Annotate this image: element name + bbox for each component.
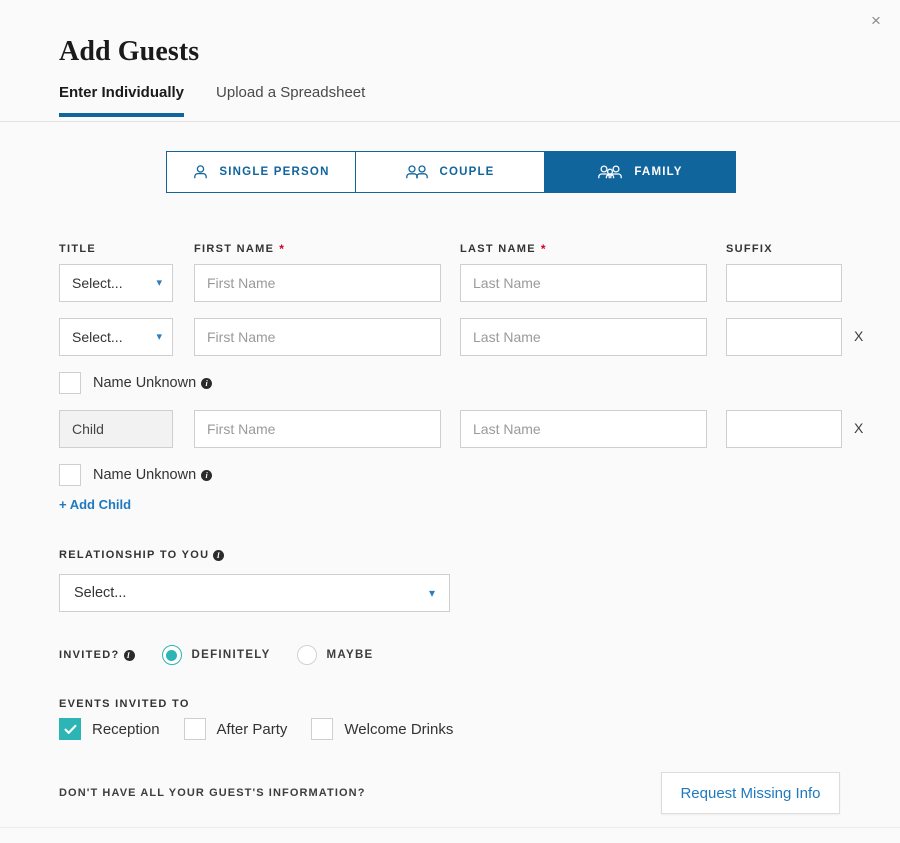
name-unknown-row-3: Name Unknown i (59, 464, 212, 486)
label-suffix-text: Suffix (726, 243, 773, 255)
table-row: Child X (59, 410, 859, 448)
name-unknown-label-2: Name Unknown i (93, 375, 212, 391)
label-relationship: Relationship to You i (59, 549, 224, 561)
radio-maybe-label: Maybe (327, 649, 374, 661)
checkbox-reception[interactable] (59, 718, 81, 740)
label-last-name-text: Last Name (460, 243, 536, 255)
radio-maybe[interactable] (297, 645, 317, 665)
label-title: Title (59, 243, 96, 255)
checkbox-welcome-drinks[interactable] (311, 718, 333, 740)
first-name-input-3[interactable] (194, 410, 441, 448)
name-unknown-checkbox-2[interactable] (59, 372, 81, 394)
event-option-welcome-drinks[interactable]: Welcome Drinks (311, 718, 453, 740)
radio-definitely-label: Definitely (192, 649, 271, 661)
footer-divider (0, 827, 900, 828)
label-events-invited-to: Events Invited To (59, 698, 190, 710)
suffix-input-1[interactable] (726, 264, 842, 302)
guest-type-couple-label: Couple (439, 166, 494, 178)
guest-type-segmented-control: Single Person Couple (166, 151, 736, 193)
checkbox-after-party[interactable] (184, 718, 206, 740)
label-first-name: First Name * (194, 243, 285, 255)
first-name-input-2[interactable] (194, 318, 441, 356)
title-select-2[interactable]: Select... ▾ (59, 318, 173, 356)
label-relationship-text: Relationship to You (59, 549, 209, 561)
last-name-input-3[interactable] (460, 410, 707, 448)
last-name-input-1[interactable] (460, 264, 707, 302)
info-icon[interactable]: i (201, 378, 212, 389)
footer-prompt: Don't have all your guest's information? (59, 787, 366, 799)
title-select-2-value: Select... (72, 329, 123, 345)
name-grid-headers: Title First Name * Last Name * Suffix (59, 243, 849, 259)
table-row: Select... ▾ (59, 264, 859, 302)
invited-option-definitely[interactable]: Definitely (162, 645, 271, 665)
label-title-text: Title (59, 243, 96, 255)
relationship-select[interactable]: Select... ▾ (59, 574, 450, 612)
guest-type-family[interactable]: Family (545, 152, 735, 192)
tab-upload-spreadsheet[interactable]: Upload a Spreadsheet (216, 84, 365, 117)
label-last-name: Last Name * (460, 243, 547, 255)
name-unknown-row-2: Name Unknown i (59, 372, 212, 394)
title-select-1[interactable]: Select... ▾ (59, 264, 173, 302)
name-unknown-checkbox-3[interactable] (59, 464, 81, 486)
suffix-input-2[interactable] (726, 318, 842, 356)
guest-type-family-label: Family (634, 166, 682, 178)
title-static-child-value: Child (72, 421, 104, 437)
info-icon[interactable]: i (124, 650, 135, 661)
page-title: Add Guests (59, 36, 199, 68)
relationship-select-value: Select... (74, 585, 126, 601)
checkbox-welcome-drinks-label: Welcome Drinks (344, 721, 453, 738)
first-name-input-1[interactable] (194, 264, 441, 302)
guest-type-single-person[interactable]: Single Person (167, 152, 356, 192)
tab-bar: Enter Individually Upload a Spreadsheet (59, 84, 365, 117)
radio-definitely[interactable] (162, 645, 182, 665)
remove-row-button-2[interactable]: X (854, 328, 863, 344)
invited-row: Invited? i Definitely Maybe (59, 645, 400, 665)
title-static-child: Child (59, 410, 173, 448)
table-row: Select... ▾ X (59, 318, 859, 356)
invited-option-maybe[interactable]: Maybe (297, 645, 374, 665)
required-asterisk-first: * (279, 243, 285, 255)
label-invited-text: Invited? (59, 649, 120, 661)
event-option-after-party[interactable]: After Party (184, 718, 288, 740)
request-missing-info-button[interactable]: Request Missing Info (661, 772, 840, 814)
guest-type-single-person-label: Single Person (219, 166, 329, 178)
header-divider (0, 121, 900, 122)
name-unknown-label-3-text: Name Unknown (93, 467, 196, 483)
remove-row-button-3[interactable]: X (854, 420, 863, 436)
tab-enter-individually[interactable]: Enter Individually (59, 84, 184, 117)
info-icon[interactable]: i (213, 550, 224, 561)
chevron-down-icon: ▾ (429, 586, 435, 600)
guest-type-couple[interactable]: Couple (356, 152, 545, 192)
info-icon[interactable]: i (201, 470, 212, 481)
label-suffix: Suffix (726, 243, 773, 255)
suffix-input-3[interactable] (726, 410, 842, 448)
events-checkbox-group: Reception After Party Welcome Drinks (59, 718, 477, 740)
checkbox-reception-label: Reception (92, 721, 160, 738)
name-unknown-label-3: Name Unknown i (93, 467, 212, 483)
label-first-name-text: First Name (194, 243, 274, 255)
label-invited: Invited? i (59, 649, 135, 661)
required-asterisk-last: * (541, 243, 547, 255)
event-option-reception[interactable]: Reception (59, 718, 160, 740)
label-events-invited-to-text: Events Invited To (59, 698, 190, 710)
couple-icon (405, 164, 429, 180)
checkbox-after-party-label: After Party (217, 721, 288, 738)
close-icon[interactable]: × (862, 6, 890, 34)
chevron-down-icon: ▾ (156, 278, 162, 289)
add-child-button[interactable]: + Add Child (59, 497, 131, 512)
add-guests-modal: × Add Guests Enter Individually Upload a… (0, 0, 900, 843)
single-person-icon (192, 164, 209, 180)
family-icon (597, 164, 624, 180)
title-select-1-value: Select... (72, 275, 123, 291)
last-name-input-2[interactable] (460, 318, 707, 356)
name-unknown-label-2-text: Name Unknown (93, 375, 196, 391)
chevron-down-icon: ▾ (156, 332, 162, 343)
